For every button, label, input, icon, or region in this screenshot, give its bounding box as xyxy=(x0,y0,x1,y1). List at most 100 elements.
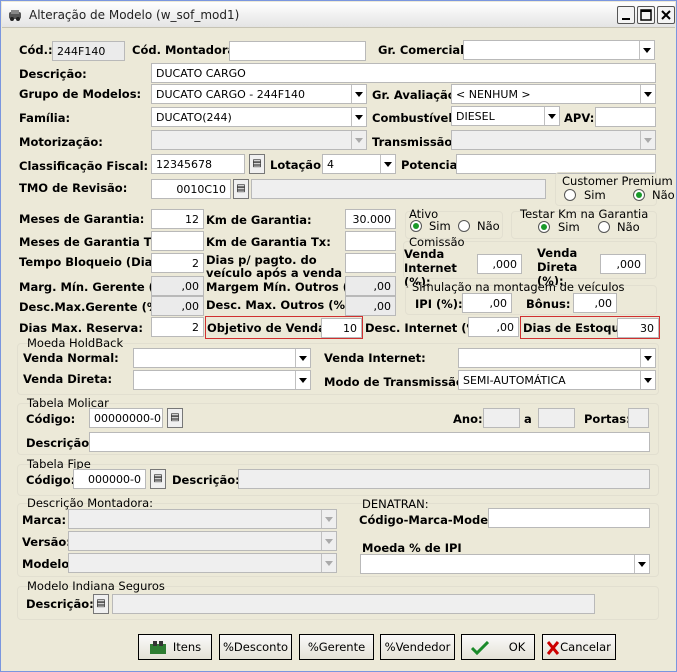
denatran-codigo-field[interactable] xyxy=(488,508,650,528)
dias-max-reserva-label: Dias Max. Reserva: xyxy=(19,321,143,335)
gr-comercial-select[interactable] xyxy=(463,40,655,60)
lookup-icon[interactable]: ▤ xyxy=(167,408,183,428)
modelo-select[interactable] xyxy=(68,553,337,573)
desc-max-gerente-field[interactable]: ,00 xyxy=(151,296,204,316)
ativo-sim-radio[interactable] xyxy=(410,220,422,232)
modo-transmissao-value: SEMI-AUTOMÁTICA xyxy=(463,374,566,387)
molicar-portas-field[interactable] xyxy=(628,408,649,428)
fipe-codigo-field[interactable]: 000000-0 xyxy=(73,469,146,489)
versao-select[interactable] xyxy=(68,531,337,551)
classificacao-fiscal-field[interactable]: 12345678 xyxy=(151,154,245,174)
tmo-revisao-desc xyxy=(251,179,546,199)
chevron-down-icon[interactable] xyxy=(351,131,366,149)
minimize-button[interactable] xyxy=(617,6,635,24)
chevron-down-icon[interactable] xyxy=(380,155,395,173)
chevron-down-icon[interactable] xyxy=(640,349,655,367)
itens-button[interactable]: Itens xyxy=(138,634,212,660)
desc-max-outros-field[interactable]: ,00 xyxy=(345,296,396,316)
chevron-down-icon[interactable] xyxy=(544,107,559,125)
lookup-icon[interactable]: ▤ xyxy=(93,594,109,614)
combustivel-value: DIESEL xyxy=(456,110,495,123)
gr-avaliacao-select[interactable]: < NENHUM > xyxy=(451,84,656,104)
ok-button[interactable]: OK xyxy=(461,634,535,660)
comissao-venda-direta-field[interactable]: ,000 xyxy=(600,254,646,274)
combustivel-select[interactable]: DIESEL xyxy=(451,106,560,126)
molicar-codigo-label: Código: xyxy=(26,412,76,426)
lotacao-select[interactable]: 4 xyxy=(322,154,396,174)
gerente-button[interactable]: %Gerente xyxy=(299,634,374,660)
venda-normal-select[interactable] xyxy=(133,348,311,368)
lookup-icon[interactable]: ▤ xyxy=(233,179,249,199)
venda-direta-select[interactable] xyxy=(133,370,311,390)
testar-km-sim-radio[interactable] xyxy=(538,221,550,233)
venda-internet-select[interactable] xyxy=(458,348,656,368)
comissao-venda-internet-field[interactable]: ,000 xyxy=(477,254,522,274)
desc-internet-field[interactable]: ,00 xyxy=(468,317,519,337)
dias-pagto-field[interactable] xyxy=(345,253,396,273)
descricao-field[interactable]: DUCATO CARGO xyxy=(151,63,656,83)
desconto-button[interactable]: %Desconto xyxy=(219,634,292,660)
transmissao-select[interactable] xyxy=(451,130,656,150)
vendedor-button[interactable]: %Vendedor xyxy=(380,634,455,660)
motorizacao-select[interactable] xyxy=(151,130,367,150)
customer-premium-sim-radio[interactable] xyxy=(564,189,576,201)
km-garantia-tx-label: Km de Garantia Tx: xyxy=(206,235,331,249)
simulacao-ipi-field[interactable]: ,00 xyxy=(462,293,512,313)
moeda-holdback-title: Moeda HoldBack xyxy=(27,336,124,350)
moeda-ipi-select[interactable] xyxy=(360,554,650,574)
meses-garantia-field[interactable]: 12 xyxy=(151,209,204,229)
potencia-field[interactable] xyxy=(456,154,656,174)
chevron-down-icon[interactable] xyxy=(351,85,366,103)
simulacao-ipi-label: IPI (%): xyxy=(415,297,463,311)
molicar-ano-to[interactable] xyxy=(538,408,575,428)
customer-premium-nao-radio[interactable] xyxy=(633,189,645,201)
marg-min-gerente-field[interactable]: ,00 xyxy=(151,276,204,296)
dias-estoque-label: Dias de Estoque: xyxy=(523,321,633,335)
grupo-modelos-select[interactable]: DUCATO CARGO - 244F140 xyxy=(151,84,367,104)
km-garantia-tx-field[interactable] xyxy=(345,231,396,251)
chevron-down-icon[interactable] xyxy=(321,532,336,550)
tempo-bloqueio-field[interactable]: 2 xyxy=(151,253,204,273)
chevron-down-icon[interactable] xyxy=(640,371,655,389)
cancelar-button[interactable]: Cancelar xyxy=(542,634,616,660)
apv-field[interactable] xyxy=(595,107,656,127)
molicar-codigo-field[interactable]: 00000000-0 xyxy=(89,408,163,428)
chevron-down-icon[interactable] xyxy=(321,554,336,572)
cod-montadora-field[interactable] xyxy=(229,41,366,61)
maximize-button[interactable] xyxy=(637,6,655,24)
chevron-down-icon[interactable] xyxy=(640,85,655,103)
chevron-down-icon[interactable] xyxy=(295,349,310,367)
chevron-down-icon[interactable] xyxy=(351,108,366,126)
versao-label: Versão: xyxy=(22,535,71,549)
molicar-ano-from[interactable] xyxy=(483,408,520,428)
marca-select[interactable] xyxy=(68,509,337,529)
ativo-nao-radio[interactable] xyxy=(458,220,470,232)
tmo-revisao-field[interactable]: 0010C10 xyxy=(151,179,231,199)
close-button[interactable] xyxy=(657,6,675,24)
lookup-icon[interactable]: ▤ xyxy=(150,469,166,489)
chevron-down-icon[interactable] xyxy=(321,510,336,528)
familia-select[interactable]: DUCATO(244) xyxy=(151,107,367,127)
dias-max-reserva-field[interactable]: 2 xyxy=(151,317,204,337)
lookup-icon[interactable]: ▤ xyxy=(249,154,265,174)
molicar-descricao-field[interactable] xyxy=(89,432,650,452)
objetivo-vendas-field[interactable]: 10 xyxy=(321,318,362,338)
chevron-down-icon[interactable] xyxy=(295,371,310,389)
testar-km-nao-radio[interactable] xyxy=(598,221,610,233)
molicar-portas-label: Portas: xyxy=(584,412,631,426)
margem-min-outros-field[interactable]: ,00 xyxy=(345,276,396,296)
chevron-down-icon[interactable] xyxy=(634,555,649,573)
descricao-label: Descrição: xyxy=(19,67,87,81)
simulacao-bonus-field[interactable]: ,00 xyxy=(573,293,617,313)
meses-garantia-tx-field[interactable] xyxy=(151,231,204,251)
denatran-codigo-label: Código-Marca-Modelo: xyxy=(359,513,505,527)
car-app-icon xyxy=(9,10,21,21)
simulacao-title: Simulação na montagem de veículos xyxy=(412,280,625,294)
chevron-down-icon[interactable] xyxy=(640,131,655,149)
modo-transmissao-select[interactable]: SEMI-AUTOMÁTICA xyxy=(458,370,656,390)
km-garantia-field[interactable]: 30.000 xyxy=(345,209,396,229)
chevron-down-icon[interactable] xyxy=(639,41,654,59)
cod-field[interactable]: 244F140 xyxy=(52,41,125,61)
dias-estoque-field[interactable]: 30 xyxy=(617,318,659,338)
vendedor-label: %Vendedor xyxy=(384,640,451,654)
